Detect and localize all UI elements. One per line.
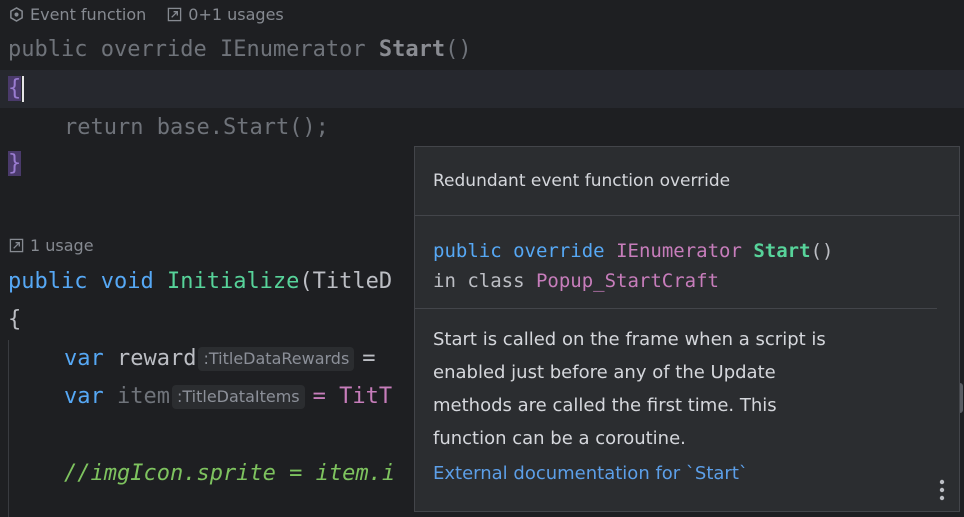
sig-return-type: IEnumerator — [616, 240, 742, 262]
desc-line: Start is called on the frame when a scri… — [433, 329, 826, 350]
type-inlay-hint: :TitleDataRewards — [198, 347, 355, 371]
sig-keyword-override: override — [513, 240, 605, 262]
return-expression: base.Start(); — [156, 115, 329, 140]
close-brace: } — [8, 151, 22, 176]
sig-class-name[interactable]: Popup_StartCraft — [536, 270, 719, 292]
desc-line: methods are called the first time. This — [433, 395, 777, 416]
method-name-initialize: Initialize — [166, 269, 300, 294]
external-link-icon — [8, 237, 24, 253]
param-list: (TitleD — [299, 269, 393, 294]
sig-parens: () — [810, 240, 834, 262]
return-type: IEnumerator — [219, 37, 366, 62]
event-function-hint[interactable]: Event function — [30, 5, 146, 24]
usages-hint[interactable]: 0+1 usages — [188, 5, 283, 24]
code-vision-line-1: Event function 0+1 usages — [8, 2, 284, 26]
quick-documentation-popup[interactable]: Redundant event function override public… — [414, 146, 960, 512]
keyword-public: public — [8, 269, 88, 294]
text-caret — [22, 76, 25, 102]
more-vertical-icon[interactable] — [939, 479, 945, 501]
open-brace: { — [8, 76, 22, 101]
desc-line: function can be a coroutine. — [433, 428, 686, 449]
code-vision-line-2: 1 usage — [8, 233, 94, 257]
keyword-var: var — [64, 346, 104, 371]
method-name-start: Start — [378, 37, 446, 62]
assign-expression: = TitT — [312, 384, 393, 409]
desc-line: enabled just before any of the Update — [433, 362, 776, 383]
open-brace: { — [8, 307, 22, 332]
sig-method-name: Start — [753, 240, 811, 262]
assign-operator: = — [362, 346, 376, 371]
code-line-2[interactable]: { — [0, 70, 964, 108]
external-documentation-link[interactable]: External documentation for `Start` — [415, 455, 959, 484]
popup-description: Start is called on the frame when a scri… — [415, 309, 959, 455]
popup-signature: public override IEnumerator Start() in c… — [415, 216, 959, 308]
keyword-public: public — [8, 37, 88, 62]
keyword-var: var — [64, 384, 104, 409]
usage-hint[interactable]: 1 usage — [30, 236, 94, 255]
unity-icon — [8, 6, 24, 22]
parens: () — [445, 37, 472, 62]
variable-reward: reward — [117, 346, 197, 371]
code-line-1[interactable]: public override IEnumerator Start() — [0, 31, 964, 69]
code-line-3[interactable]: return base.Start(); — [0, 109, 964, 147]
keyword-override: override — [100, 37, 207, 62]
sig-in-class: in class — [433, 270, 525, 292]
variable-item: item — [117, 384, 170, 409]
code-comment: //imgIcon.sprite = item.i — [64, 461, 396, 486]
type-inlay-hint: :TitleDataItems — [171, 385, 305, 409]
sig-keyword-public: public — [433, 240, 502, 262]
external-link-icon — [166, 6, 182, 22]
keyword-return: return — [64, 115, 144, 140]
keyword-void: void — [100, 269, 154, 294]
popup-title: Redundant event function override — [433, 171, 731, 191]
